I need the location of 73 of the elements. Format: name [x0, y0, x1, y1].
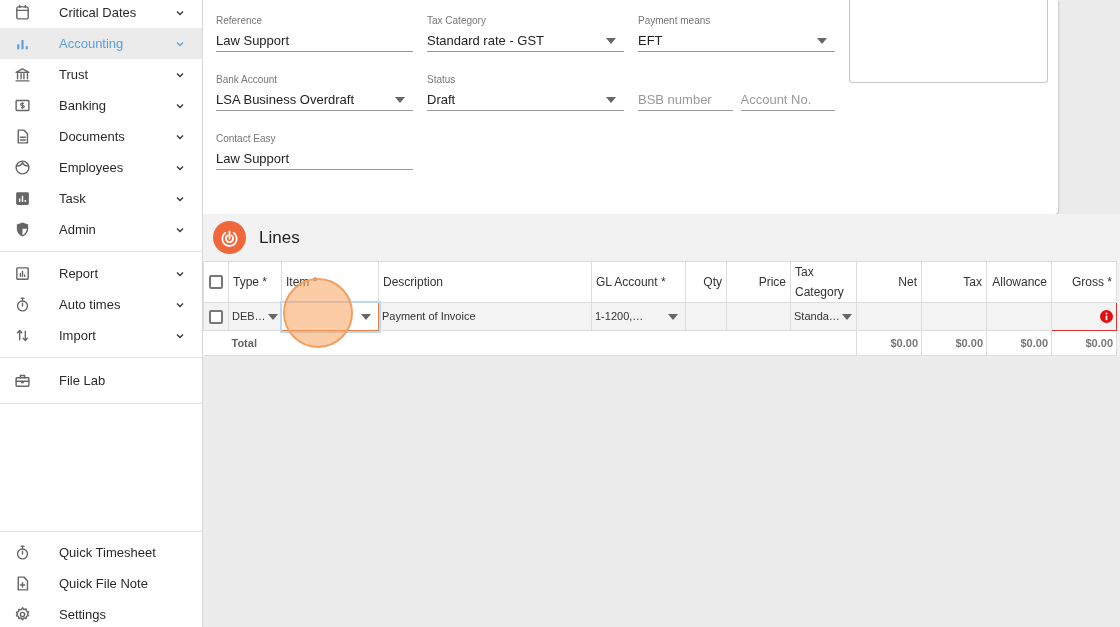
sidebar-item[interactable]: Critical Dates — [0, 0, 202, 28]
table-cell[interactable]: Standa… — [790, 302, 857, 331]
caret-icon — [817, 37, 827, 44]
table-cell[interactable]: 1-1200,… — [591, 302, 686, 331]
field-label: Tax Category — [427, 15, 487, 27]
table-cell[interactable] — [281, 302, 379, 331]
stopwatch-icon — [14, 296, 31, 313]
input-field[interactable]: BSB number — [638, 89, 733, 111]
column-header[interactable]: GL Account * — [591, 261, 686, 303]
caret-icon — [606, 96, 616, 103]
sidebar-item[interactable]: Import — [0, 320, 202, 351]
caret-icon — [267, 313, 278, 320]
settings-icon — [14, 606, 31, 623]
dollar-note-icon — [14, 97, 31, 114]
bank-icon — [14, 66, 31, 83]
column-header[interactable]: Description — [378, 261, 592, 303]
total-label: Total — [231, 336, 257, 349]
sidebar-item[interactable]: Quick File Note — [0, 568, 202, 599]
caret-icon — [606, 37, 616, 44]
face-icon — [14, 159, 31, 176]
lines-logo-icon — [213, 221, 246, 254]
dropdown-field[interactable]: LSA Business Overdraft — [216, 89, 413, 111]
checkbox[interactable] — [209, 309, 223, 324]
field-label: Bank Account — [216, 74, 279, 86]
table-cell[interactable] — [1051, 302, 1117, 331]
column-header[interactable]: Gross * — [1051, 261, 1117, 303]
caret-icon — [395, 96, 405, 103]
sidebar-item[interactable]: Quick Timesheet — [0, 537, 202, 568]
task-chart-icon — [14, 190, 31, 207]
up-down-arrows-icon — [14, 327, 31, 344]
column-header[interactable]: Price — [726, 261, 791, 303]
sidebar-item[interactable]: Settings — [0, 599, 202, 627]
checkbox[interactable] — [209, 275, 223, 289]
dropdown-field[interactable]: EFT — [638, 30, 835, 52]
field-label: Status — [427, 74, 457, 86]
caret-icon — [841, 313, 852, 320]
input-field[interactable]: Account No. — [740, 89, 835, 111]
column-header[interactable]: Allowance — [986, 261, 1052, 303]
column-header[interactable]: Tax — [921, 261, 987, 303]
input-field[interactable]: Law Support — [216, 30, 413, 52]
stopwatch-icon — [14, 544, 31, 561]
caret-icon — [668, 313, 678, 320]
total-value: $0.00 — [1051, 330, 1117, 356]
sidebar-item[interactable]: Auto times — [0, 289, 202, 320]
column-header[interactable]: Tax Category — [790, 261, 857, 303]
field-label: Reference — [216, 15, 264, 27]
sidebar-item[interactable]: Report — [0, 258, 202, 289]
column-header[interactable]: Qty — [685, 261, 727, 303]
shield-icon — [14, 221, 31, 238]
total-value: $0.00 — [856, 330, 922, 356]
total-value: $0.00 — [921, 330, 987, 356]
input-field[interactable]: Law Support — [216, 148, 413, 170]
column-header[interactable]: Net — [856, 261, 922, 303]
calendar-icon — [14, 4, 31, 21]
sidebar-item[interactable]: Banking — [0, 90, 202, 121]
dropdown-field[interactable]: Draft — [427, 89, 624, 111]
sidebar-item[interactable]: Admin — [0, 214, 202, 245]
table-cell[interactable]: Payment of Invoice — [378, 302, 592, 331]
column-header[interactable]: Type * — [228, 261, 282, 303]
total-value: $0.00 — [986, 330, 1052, 356]
sidebar-item[interactable]: Task — [0, 183, 202, 214]
sidebar-item[interactable]: Employees — [0, 152, 202, 183]
report-chart-icon — [14, 265, 31, 282]
section-title: Lines — [259, 226, 300, 249]
caret-icon — [361, 313, 371, 320]
sidebar-item[interactable]: Trust — [0, 59, 202, 90]
error-icon — [1100, 310, 1113, 323]
sidebar-item[interactable]: Documents — [0, 121, 202, 152]
sidebar-item[interactable]: File Lab — [0, 365, 202, 396]
dropdown-field[interactable]: Standard rate - GST — [427, 30, 624, 52]
briefcase-icon — [14, 372, 31, 389]
field-label: Contact Easy — [216, 133, 277, 145]
field-label: Payment means — [638, 15, 712, 27]
